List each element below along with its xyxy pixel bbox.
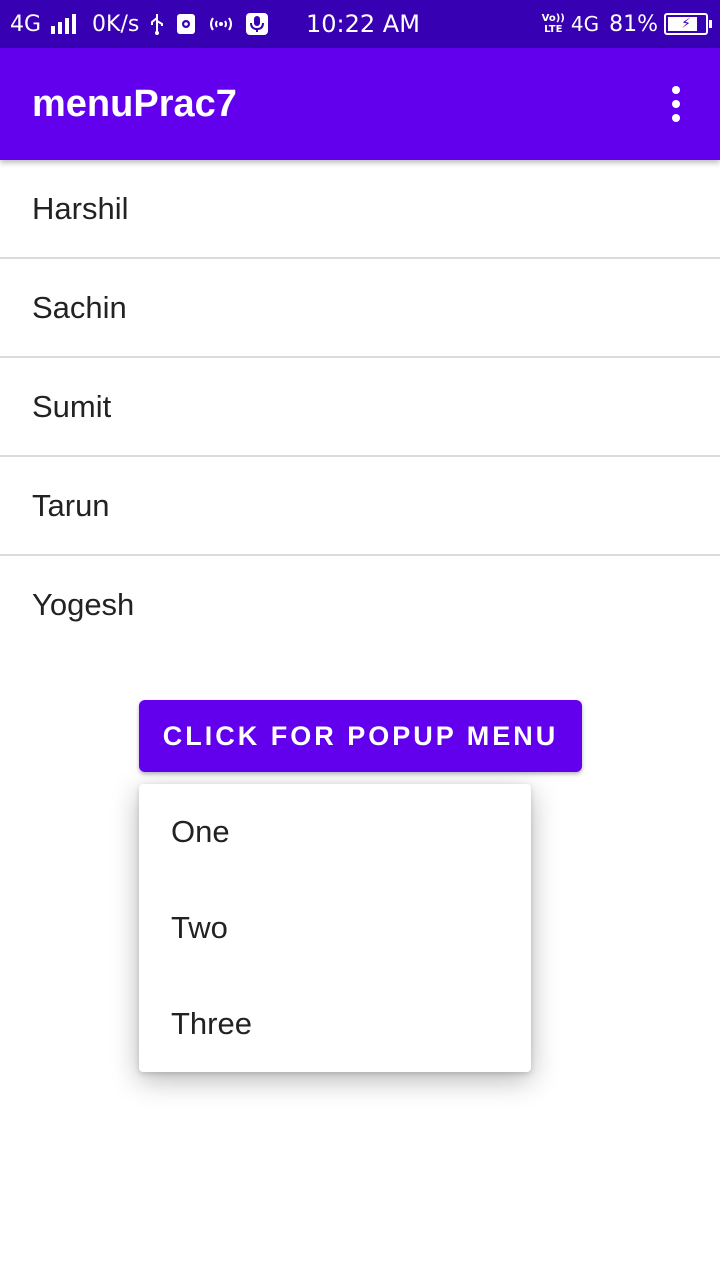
signal-icon <box>51 14 77 34</box>
settings-notification-icon <box>175 12 197 36</box>
names-list: Harshil Sachin Sumit Tarun Yogesh <box>0 160 720 653</box>
menu-item-one[interactable]: One <box>139 784 531 880</box>
status-bar: 4G 0K/s 10:22 AM Vo)) LTE 4G 81% ⚡ <box>0 0 720 48</box>
popup-menu: One Two Three <box>139 784 531 1072</box>
status-bar-right: Vo)) LTE 4G 81% ⚡ <box>541 0 712 48</box>
usb-icon <box>149 12 165 36</box>
battery-percent-label: 81% <box>609 11 658 37</box>
list-item[interactable]: Sachin <box>0 259 720 358</box>
app-bar: menuPrac7 <box>0 48 720 160</box>
more-vert-icon[interactable] <box>652 72 700 136</box>
data-speed-label: 0K/s <box>92 11 140 37</box>
menu-item-two[interactable]: Two <box>139 880 531 976</box>
menu-item-three[interactable]: Three <box>139 976 531 1072</box>
list-item[interactable]: Tarun <box>0 457 720 556</box>
microphone-icon <box>245 12 269 36</box>
network-type-right-label: 4G <box>570 12 600 36</box>
app-title: menuPrac7 <box>32 82 237 125</box>
list-item[interactable]: Yogesh <box>0 556 720 653</box>
popup-menu-button[interactable]: CLICK FOR POPUP MENU <box>139 700 582 772</box>
hotspot-icon <box>207 12 235 36</box>
clock: 10:22 AM <box>306 10 420 38</box>
status-bar-left: 4G 0K/s <box>10 0 269 48</box>
network-type-label: 4G <box>10 11 42 37</box>
volte-icon: Vo)) LTE <box>541 13 565 35</box>
battery-charging-icon: ⚡ <box>664 13 712 35</box>
list-item[interactable]: Harshil <box>0 160 720 259</box>
list-item[interactable]: Sumit <box>0 358 720 457</box>
